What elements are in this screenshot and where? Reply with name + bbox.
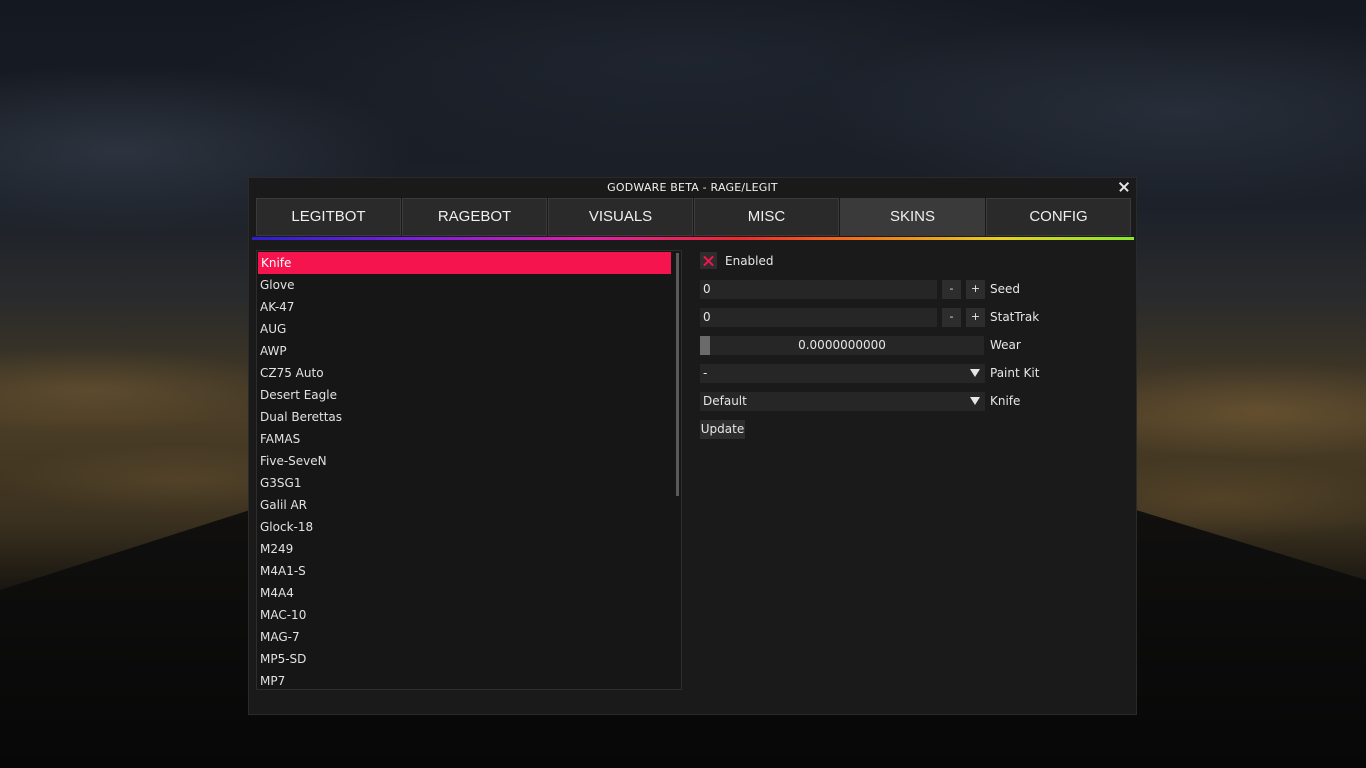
update-button[interactable]: Update	[700, 420, 745, 439]
weapon-list-item[interactable]: MAG-7	[257, 626, 671, 648]
cheat-menu-window: GODWARE BETA - RAGE/LEGIT LEGITBOT RAGEB…	[248, 177, 1137, 715]
update-row: Update	[700, 420, 760, 439]
weapon-list-item[interactable]: Five-SeveN	[257, 450, 671, 472]
rainbow-divider	[252, 237, 1134, 240]
paint-kit-label: Paint Kit	[990, 366, 1040, 380]
weapon-list-item[interactable]: AK-47	[257, 296, 671, 318]
wear-value: 0.0000000000	[798, 338, 886, 352]
weapon-list-item[interactable]: Desert Eagle	[257, 384, 671, 406]
stattrak-input[interactable]: 0	[700, 308, 937, 327]
tab-skins[interactable]: SKINS	[840, 198, 985, 236]
tab-visuals[interactable]: VISUALS	[548, 198, 693, 236]
knife-value: Default	[703, 394, 747, 408]
close-icon[interactable]	[1116, 179, 1132, 195]
weapon-list-item[interactable]: AWP	[257, 340, 671, 362]
weapon-list-item[interactable]: M249	[257, 538, 671, 560]
seed-row: 0 - + Seed	[700, 280, 1130, 299]
stattrak-row: 0 - + StatTrak	[700, 308, 1130, 327]
seed-increment-button[interactable]: +	[966, 280, 985, 299]
knife-label: Knife	[990, 394, 1021, 408]
weapon-list-item[interactable]: MP7	[257, 670, 671, 689]
weapon-list-item[interactable]: FAMAS	[257, 428, 671, 450]
weapon-list-item[interactable]: Dual Berettas	[257, 406, 671, 428]
wear-row: 0.0000000000 Wear	[700, 336, 1130, 355]
window-title: GODWARE BETA - RAGE/LEGIT	[607, 181, 778, 194]
knife-row: Default Knife	[700, 392, 1130, 411]
list-scrollbar[interactable]	[676, 253, 679, 496]
dropdown-arrow-icon	[970, 397, 980, 405]
tab-config[interactable]: CONFIG	[986, 198, 1131, 236]
wear-label: Wear	[990, 338, 1021, 352]
weapon-list-item[interactable]: M4A4	[257, 582, 671, 604]
weapon-list-item[interactable]: M4A1-S	[257, 560, 671, 582]
paint-kit-dropdown[interactable]: -	[700, 364, 985, 383]
tab-legitbot[interactable]: LEGITBOT	[256, 198, 401, 236]
stattrak-decrement-button[interactable]: -	[942, 308, 961, 327]
weapon-list-item-selected[interactable]: Knife	[258, 252, 671, 274]
enabled-row: Enabled	[700, 252, 900, 271]
weapon-list-item[interactable]: G3SG1	[257, 472, 671, 494]
weapon-list-item[interactable]: Glove	[257, 274, 671, 296]
weapon-list-item[interactable]: CZ75 Auto	[257, 362, 671, 384]
weapon-list-item[interactable]: Galil AR	[257, 494, 671, 516]
weapon-list-item[interactable]: Glock-18	[257, 516, 671, 538]
seed-decrement-button[interactable]: -	[942, 280, 961, 299]
weapon-list[interactable]: Knife Glove AK-47 AUG AWP CZ75 Auto Dese…	[256, 250, 682, 690]
paint-kit-row: - Paint Kit	[700, 364, 1130, 383]
knife-dropdown[interactable]: Default	[700, 392, 985, 411]
tab-bar: LEGITBOT RAGEBOT VISUALS MISC SKINS CONF…	[256, 198, 1131, 236]
wear-slider[interactable]: 0.0000000000	[700, 336, 984, 355]
weapon-list-item[interactable]: AUG	[257, 318, 671, 340]
enabled-checkbox[interactable]	[700, 252, 717, 269]
stattrak-increment-button[interactable]: +	[966, 308, 985, 327]
seed-input[interactable]: 0	[700, 280, 937, 299]
skin-settings-panel: Enabled 0 - + Seed 0 - + StatTrak 0.0000…	[700, 250, 1130, 450]
paint-kit-value: -	[703, 366, 708, 380]
seed-label: Seed	[990, 282, 1020, 296]
tab-ragebot[interactable]: RAGEBOT	[402, 198, 547, 236]
weapon-list-item[interactable]: MP5-SD	[257, 648, 671, 670]
dropdown-arrow-icon	[970, 369, 980, 377]
tab-misc[interactable]: MISC	[694, 198, 839, 236]
enabled-label: Enabled	[725, 254, 774, 268]
weapon-list-item[interactable]: MAC-10	[257, 604, 671, 626]
stattrak-label: StatTrak	[990, 310, 1040, 324]
